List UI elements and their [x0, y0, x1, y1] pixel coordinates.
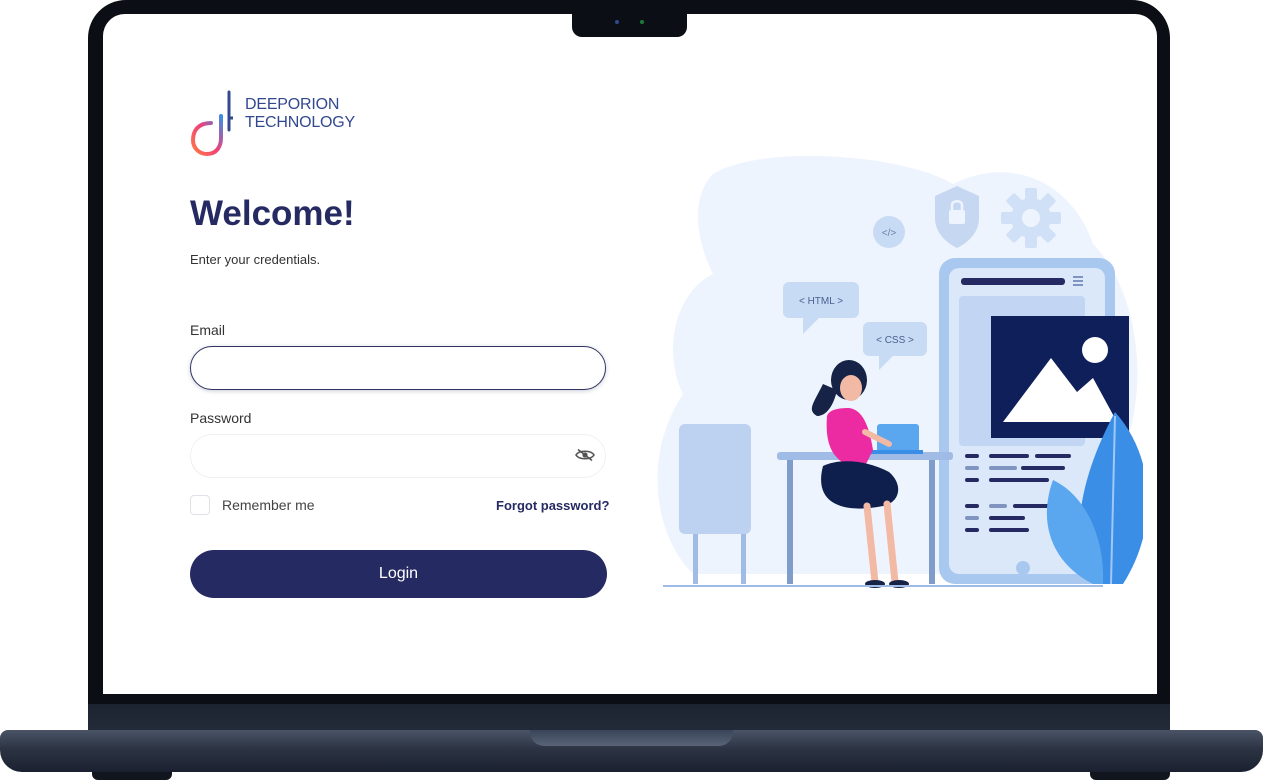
screen: DEEPORION TECHNOLOGY Welcome! Enter your…	[103, 14, 1157, 694]
forgot-password-link[interactable]: Forgot password?	[496, 498, 609, 513]
brand-name: DEEPORION TECHNOLOGY	[245, 96, 355, 132]
camera-notch	[572, 0, 687, 37]
remember-me-label: Remember me	[222, 497, 315, 513]
code-badge-text: </>	[882, 228, 897, 239]
css-bubble-text: < CSS >	[876, 335, 914, 346]
camera-indicator-icon	[640, 20, 644, 24]
html-bubble-text: < HTML >	[799, 296, 843, 307]
brand-name-line1: DEEPORION	[245, 96, 340, 113]
brand-name-line2: TECHNOLOGY	[245, 114, 356, 131]
code-icon: </>	[873, 216, 905, 248]
brand-logo-icon	[190, 90, 233, 156]
camera-icon	[615, 20, 619, 24]
email-field[interactable]	[190, 346, 606, 390]
page-subtitle: Enter your credentials.	[190, 252, 321, 267]
laptop-chin	[88, 704, 1170, 732]
password-label: Password	[190, 410, 252, 426]
laptop-foot-left	[92, 772, 172, 780]
password-field[interactable]	[190, 434, 606, 478]
remember-me-checkbox[interactable]	[190, 495, 210, 515]
laptop-foot-right	[1090, 772, 1170, 780]
password-visibility-icon[interactable]	[575, 448, 595, 462]
email-label: Email	[190, 322, 226, 338]
remember-me[interactable]: Remember me	[190, 495, 315, 515]
laptop-trackpad-notch	[530, 730, 733, 746]
login-illustration: </> < HTML > < CSS >	[657, 155, 1143, 588]
image-icon	[991, 316, 1129, 438]
gear-icon	[1001, 188, 1061, 248]
page-title: Welcome!	[190, 194, 355, 233]
login-button[interactable]: Login	[190, 550, 607, 598]
